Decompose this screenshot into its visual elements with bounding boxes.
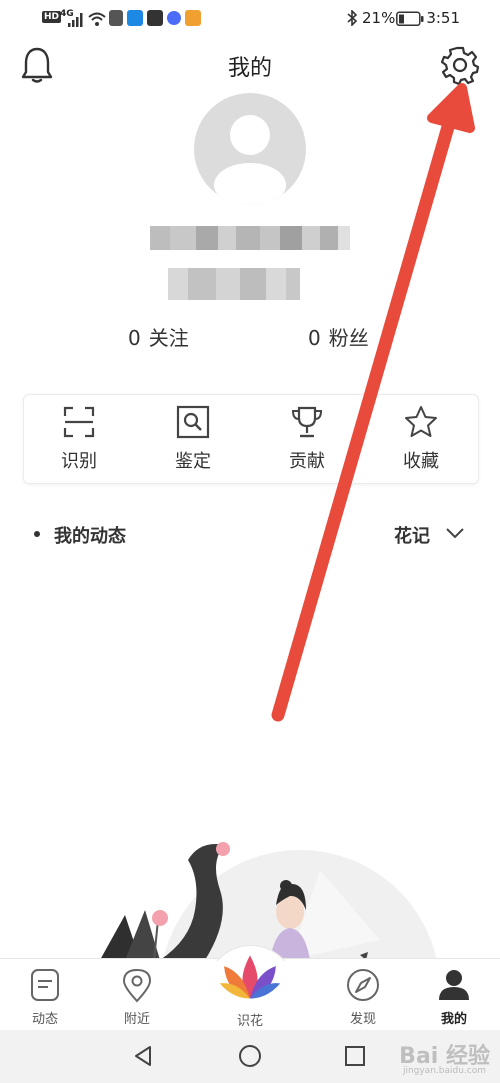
- annotation-arrow: [271, 83, 475, 722]
